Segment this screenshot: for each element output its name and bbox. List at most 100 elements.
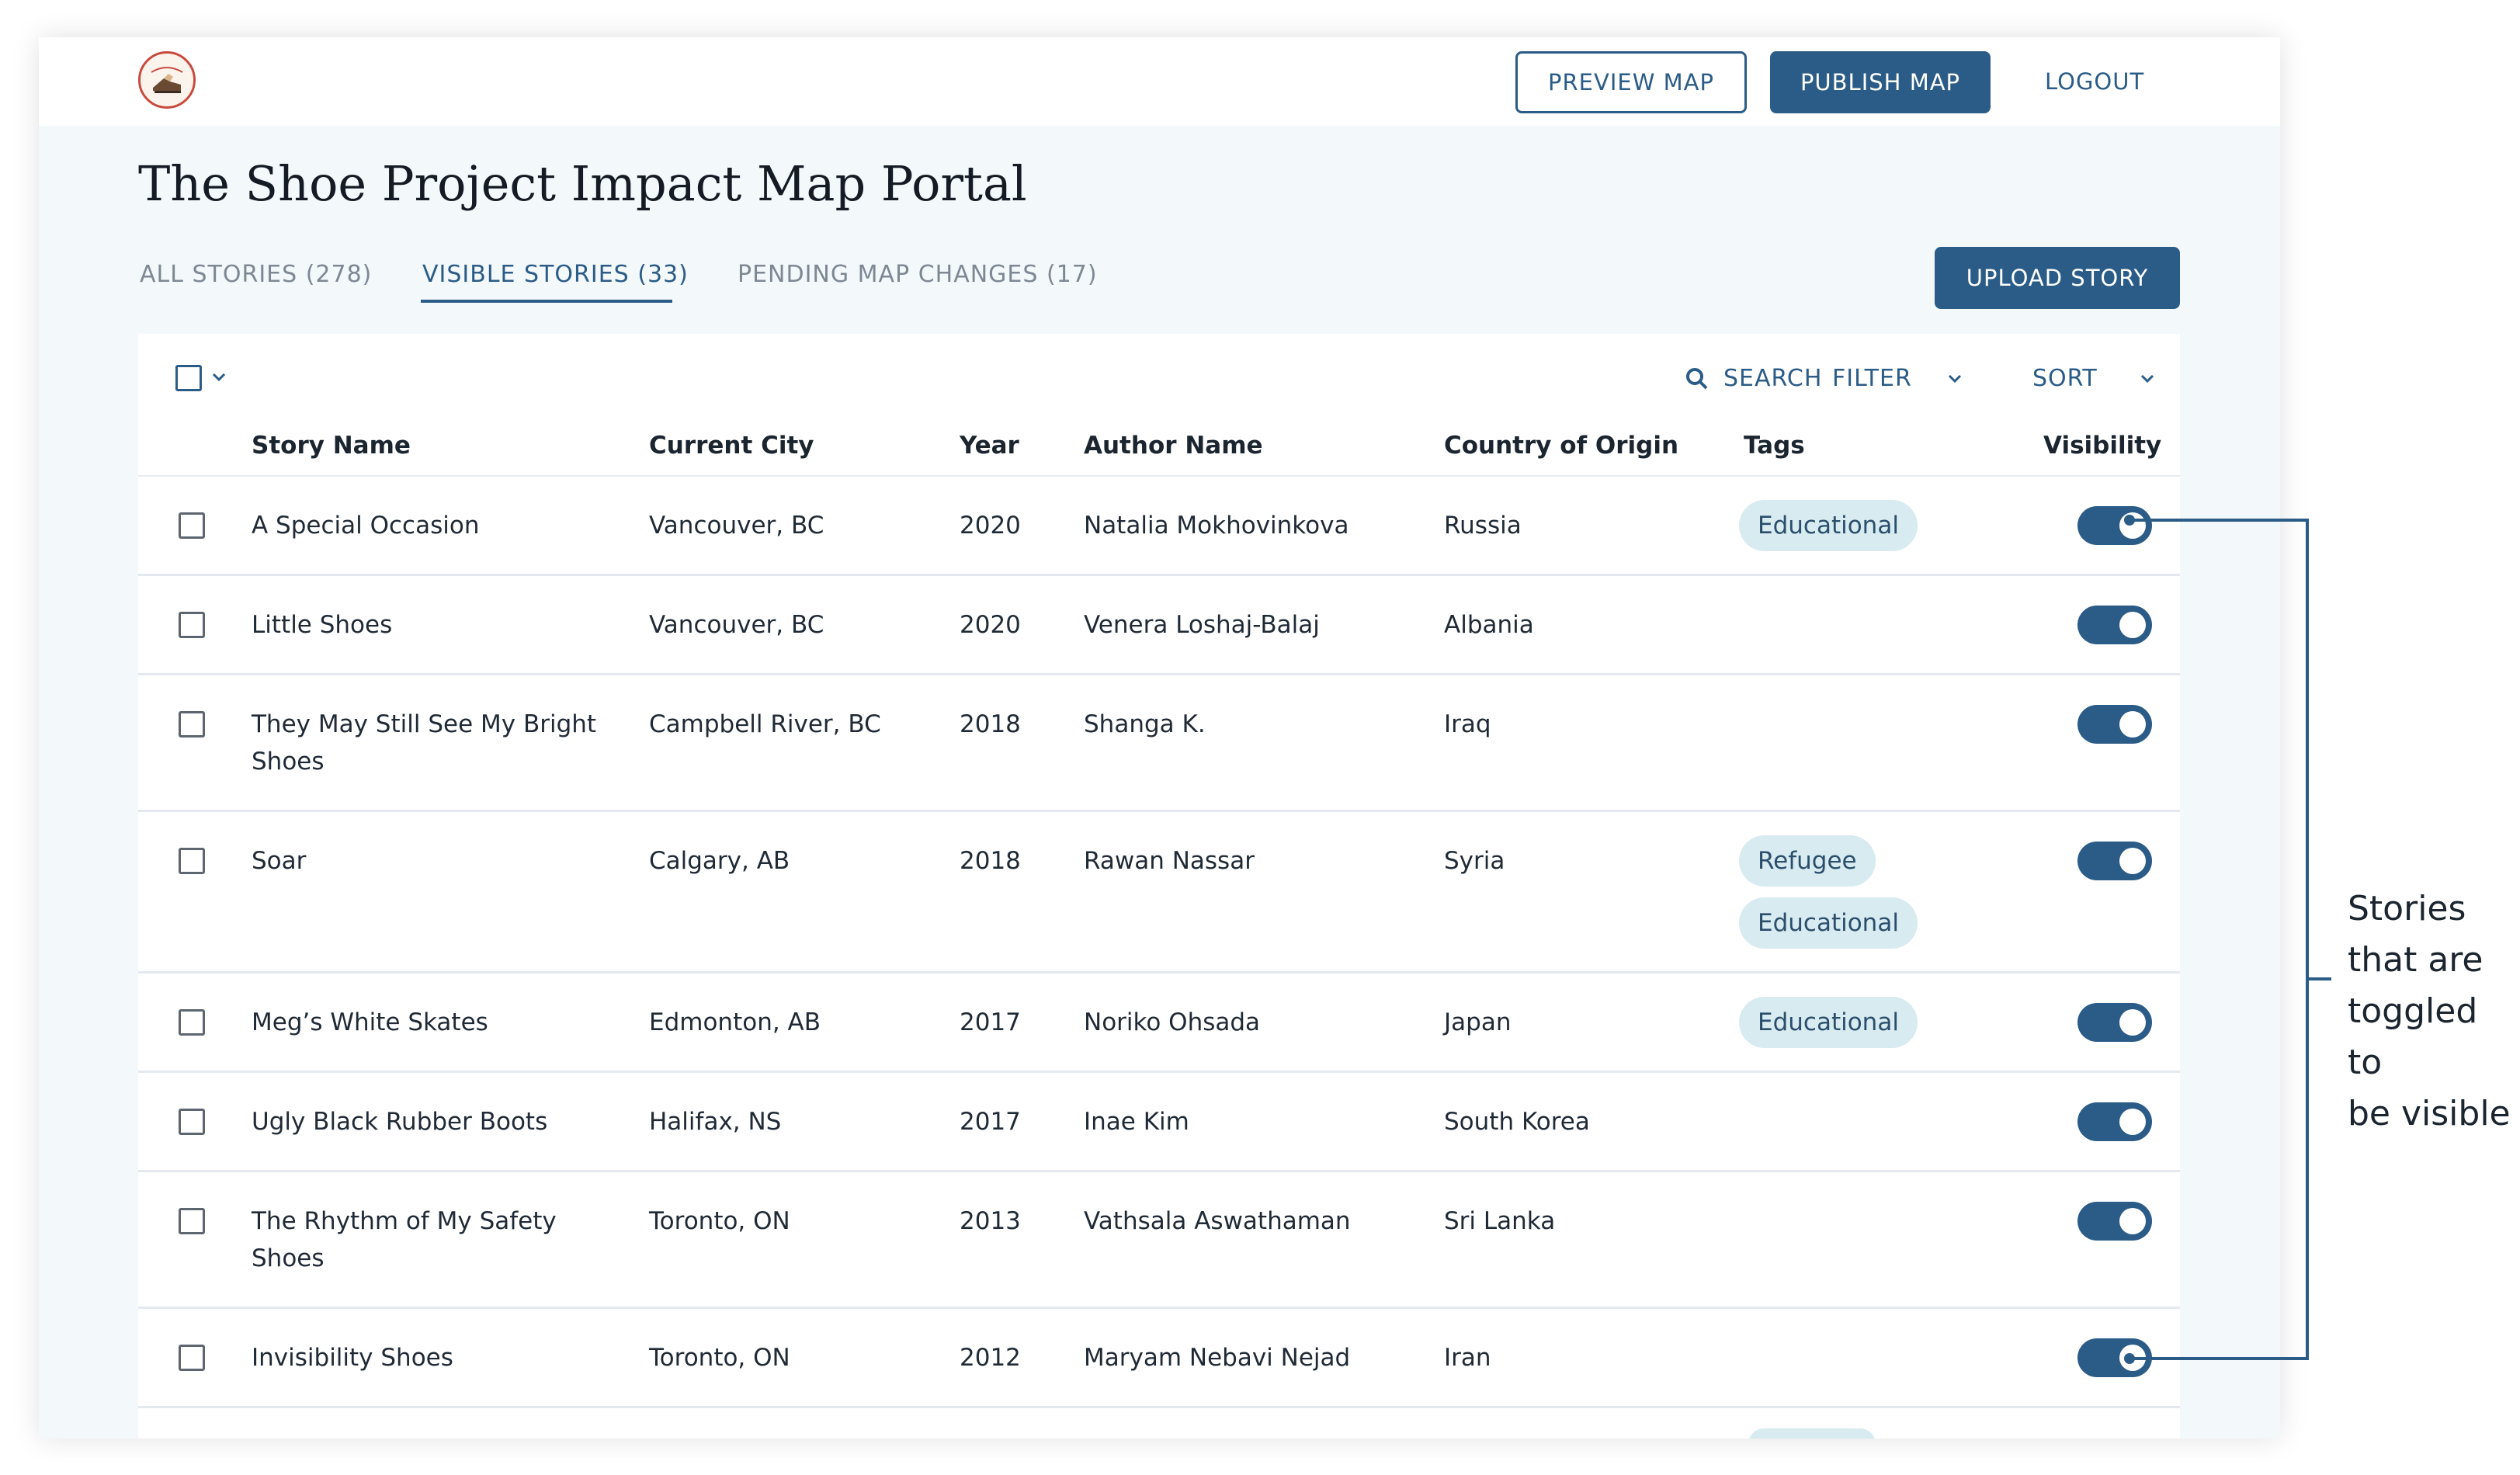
- story-name[interactable]: They May Still See My Bright Shoes: [252, 706, 596, 780]
- table-row[interactable]: Little Shoes Vancouver, BC 2020 Venera L…: [138, 576, 2180, 675]
- current-city: Toronto, ON: [649, 1344, 790, 1372]
- annotation-text-line: Stories: [2348, 889, 2466, 928]
- chevron-down-icon[interactable]: [1946, 370, 1964, 388]
- current-city: Campbell River, BC: [649, 710, 881, 738]
- year: 2020: [960, 611, 1021, 639]
- story-name[interactable]: Ugly Black Rubber Boots: [252, 1103, 547, 1140]
- column-header-story-name[interactable]: Story Name: [252, 432, 411, 460]
- toggle-knob: [2119, 1009, 2146, 1036]
- annotation-text-line: that are: [2348, 940, 2484, 980]
- search-button[interactable]: SEARCH: [1723, 365, 1822, 392]
- column-header-year[interactable]: Year: [960, 432, 1019, 460]
- current-city: Toronto, ON: [649, 1207, 790, 1235]
- annotation-line: [2130, 519, 2308, 522]
- table-row[interactable]: A Special Occasion Vancouver, BC 2020 Na…: [138, 477, 2180, 576]
- story-name-line: Shoes: [252, 1244, 325, 1272]
- annotation-line: [2308, 977, 2331, 980]
- upload-story-button[interactable]: UPLOAD STORY: [1935, 247, 2180, 309]
- preview-map-button[interactable]: PREVIEW MAP: [1515, 51, 1747, 113]
- filter-button[interactable]: FILTER: [1832, 365, 1912, 392]
- top-bar: PREVIEW MAP PUBLISH MAP LOGOUT: [39, 37, 2280, 126]
- toggle-knob: [2119, 1109, 2146, 1135]
- row-checkbox[interactable]: [179, 1109, 205, 1135]
- year: 2017: [960, 1108, 1021, 1136]
- row-checkbox[interactable]: [179, 848, 205, 874]
- app-window: PREVIEW MAP PUBLISH MAP LOGOUT The Shoe …: [39, 37, 2280, 1439]
- story-name[interactable]: Soar: [252, 842, 306, 880]
- visibility-toggle[interactable]: [2077, 1003, 2152, 1042]
- column-header-tags[interactable]: Tags: [1744, 432, 1805, 460]
- story-name[interactable]: Meg’s White Skates: [252, 1004, 488, 1041]
- author-name: Natalia Mokhovinkova: [1084, 512, 1349, 540]
- publish-map-button[interactable]: PUBLISH MAP: [1770, 51, 1991, 113]
- tag-chip-partial: [1748, 1428, 1876, 1439]
- column-header-current-city[interactable]: Current City: [649, 432, 814, 460]
- story-name-line: Shoes: [252, 748, 325, 776]
- country-of-origin: Albania: [1444, 611, 1534, 639]
- table-row[interactable]: The Rhythm of My Safety Shoes Toronto, O…: [138, 1172, 2180, 1309]
- story-name[interactable]: Invisibility Shoes: [252, 1339, 453, 1376]
- row-checkbox[interactable]: [179, 612, 205, 638]
- author-name: Inae Kim: [1084, 1108, 1189, 1136]
- chevron-down-icon[interactable]: [210, 368, 228, 387]
- tag-chip: Educational: [1739, 500, 1918, 551]
- select-all-checkbox[interactable]: [175, 365, 202, 391]
- author-name: Venera Loshaj-Balaj: [1084, 611, 1320, 639]
- country-of-origin: South Korea: [1444, 1108, 1590, 1136]
- current-city: Edmonton, AB: [649, 1008, 821, 1036]
- country-of-origin: Iran: [1444, 1344, 1491, 1372]
- column-header-visibility[interactable]: Visibility: [2043, 432, 2161, 460]
- visibility-toggle[interactable]: [2077, 1102, 2152, 1141]
- page-title: The Shoe Project Impact Map Portal: [138, 155, 1027, 212]
- shoe-project-logo[interactable]: [138, 51, 196, 109]
- story-name[interactable]: Little Shoes: [252, 606, 392, 644]
- visibility-toggle[interactable]: [2077, 842, 2152, 880]
- preview-map-label: PREVIEW MAP: [1548, 69, 1714, 95]
- tab-all-stories[interactable]: ALL STORIES (278): [140, 261, 372, 288]
- logout-link[interactable]: LOGOUT: [2045, 68, 2144, 95]
- row-checkbox[interactable]: [179, 1345, 205, 1371]
- country-of-origin: Syria: [1444, 847, 1505, 875]
- search-icon[interactable]: [1685, 366, 1710, 391]
- row-checkbox[interactable]: [179, 1208, 205, 1234]
- tag-chip: Educational: [1739, 897, 1918, 949]
- story-name-line: Invisibility Shoes: [252, 1344, 453, 1372]
- table-row[interactable]: They May Still See My Bright Shoes Campb…: [138, 675, 2180, 812]
- tab-pending-map-changes[interactable]: PENDING MAP CHANGES (17): [738, 261, 1098, 288]
- row-checkbox[interactable]: [179, 1009, 205, 1036]
- annotation-note: Stories that are toggled to be visible: [2348, 883, 2520, 1140]
- tag-chip: Refugee: [1739, 835, 1876, 887]
- chevron-down-icon[interactable]: [2138, 370, 2157, 388]
- tab-visible-stories[interactable]: VISIBLE STORIES (33): [422, 261, 689, 288]
- table-row[interactable]: Invisibility Shoes Toronto, ON 2012 Mary…: [138, 1309, 2180, 1408]
- publish-map-label: PUBLISH MAP: [1800, 69, 1961, 95]
- row-checkbox[interactable]: [179, 711, 205, 738]
- visibility-toggle[interactable]: [2077, 1202, 2152, 1241]
- story-name-line: Soar: [252, 847, 307, 875]
- current-city: Vancouver, BC: [649, 611, 824, 639]
- author-name: Maryam Nebavi Nejad: [1084, 1344, 1351, 1372]
- upload-story-label: UPLOAD STORY: [1966, 265, 2149, 291]
- country-of-origin: Japan: [1444, 1008, 1512, 1036]
- table-row[interactable]: Soar Calgary, AB 2018 Rawan Nassar Syria…: [138, 812, 2180, 974]
- visibility-toggle[interactable]: [2077, 705, 2152, 744]
- sort-button[interactable]: SORT: [2032, 365, 2098, 392]
- story-name-line: A Special Occasion: [252, 512, 480, 540]
- column-header-country-of-origin[interactable]: Country of Origin: [1444, 432, 1678, 460]
- story-name[interactable]: A Special Occasion: [252, 507, 479, 544]
- current-city: Vancouver, BC: [649, 512, 824, 540]
- visibility-toggle[interactable]: [2077, 506, 2152, 545]
- story-name-line: Ugly Black Rubber Boots: [252, 1108, 548, 1136]
- year: 2018: [960, 710, 1021, 738]
- visibility-toggle[interactable]: [2077, 606, 2152, 644]
- country-of-origin: Russia: [1444, 512, 1522, 540]
- column-header-author-name[interactable]: Author Name: [1084, 432, 1263, 460]
- stories-table: SEARCH FILTER SORT Story Name Current Ci…: [138, 334, 2180, 1439]
- row-checkbox[interactable]: [179, 512, 205, 539]
- story-name[interactable]: The Rhythm of My Safety Shoes: [252, 1203, 557, 1277]
- annotation-text-line: toggled to: [2348, 991, 2478, 1082]
- table-row[interactable]: Meg’s White Skates Edmonton, AB 2017 Nor…: [138, 974, 2180, 1073]
- year: 2013: [960, 1207, 1021, 1235]
- table-row[interactable]: Ugly Black Rubber Boots Halifax, NS 2017…: [138, 1073, 2180, 1172]
- toggle-knob: [2119, 711, 2146, 738]
